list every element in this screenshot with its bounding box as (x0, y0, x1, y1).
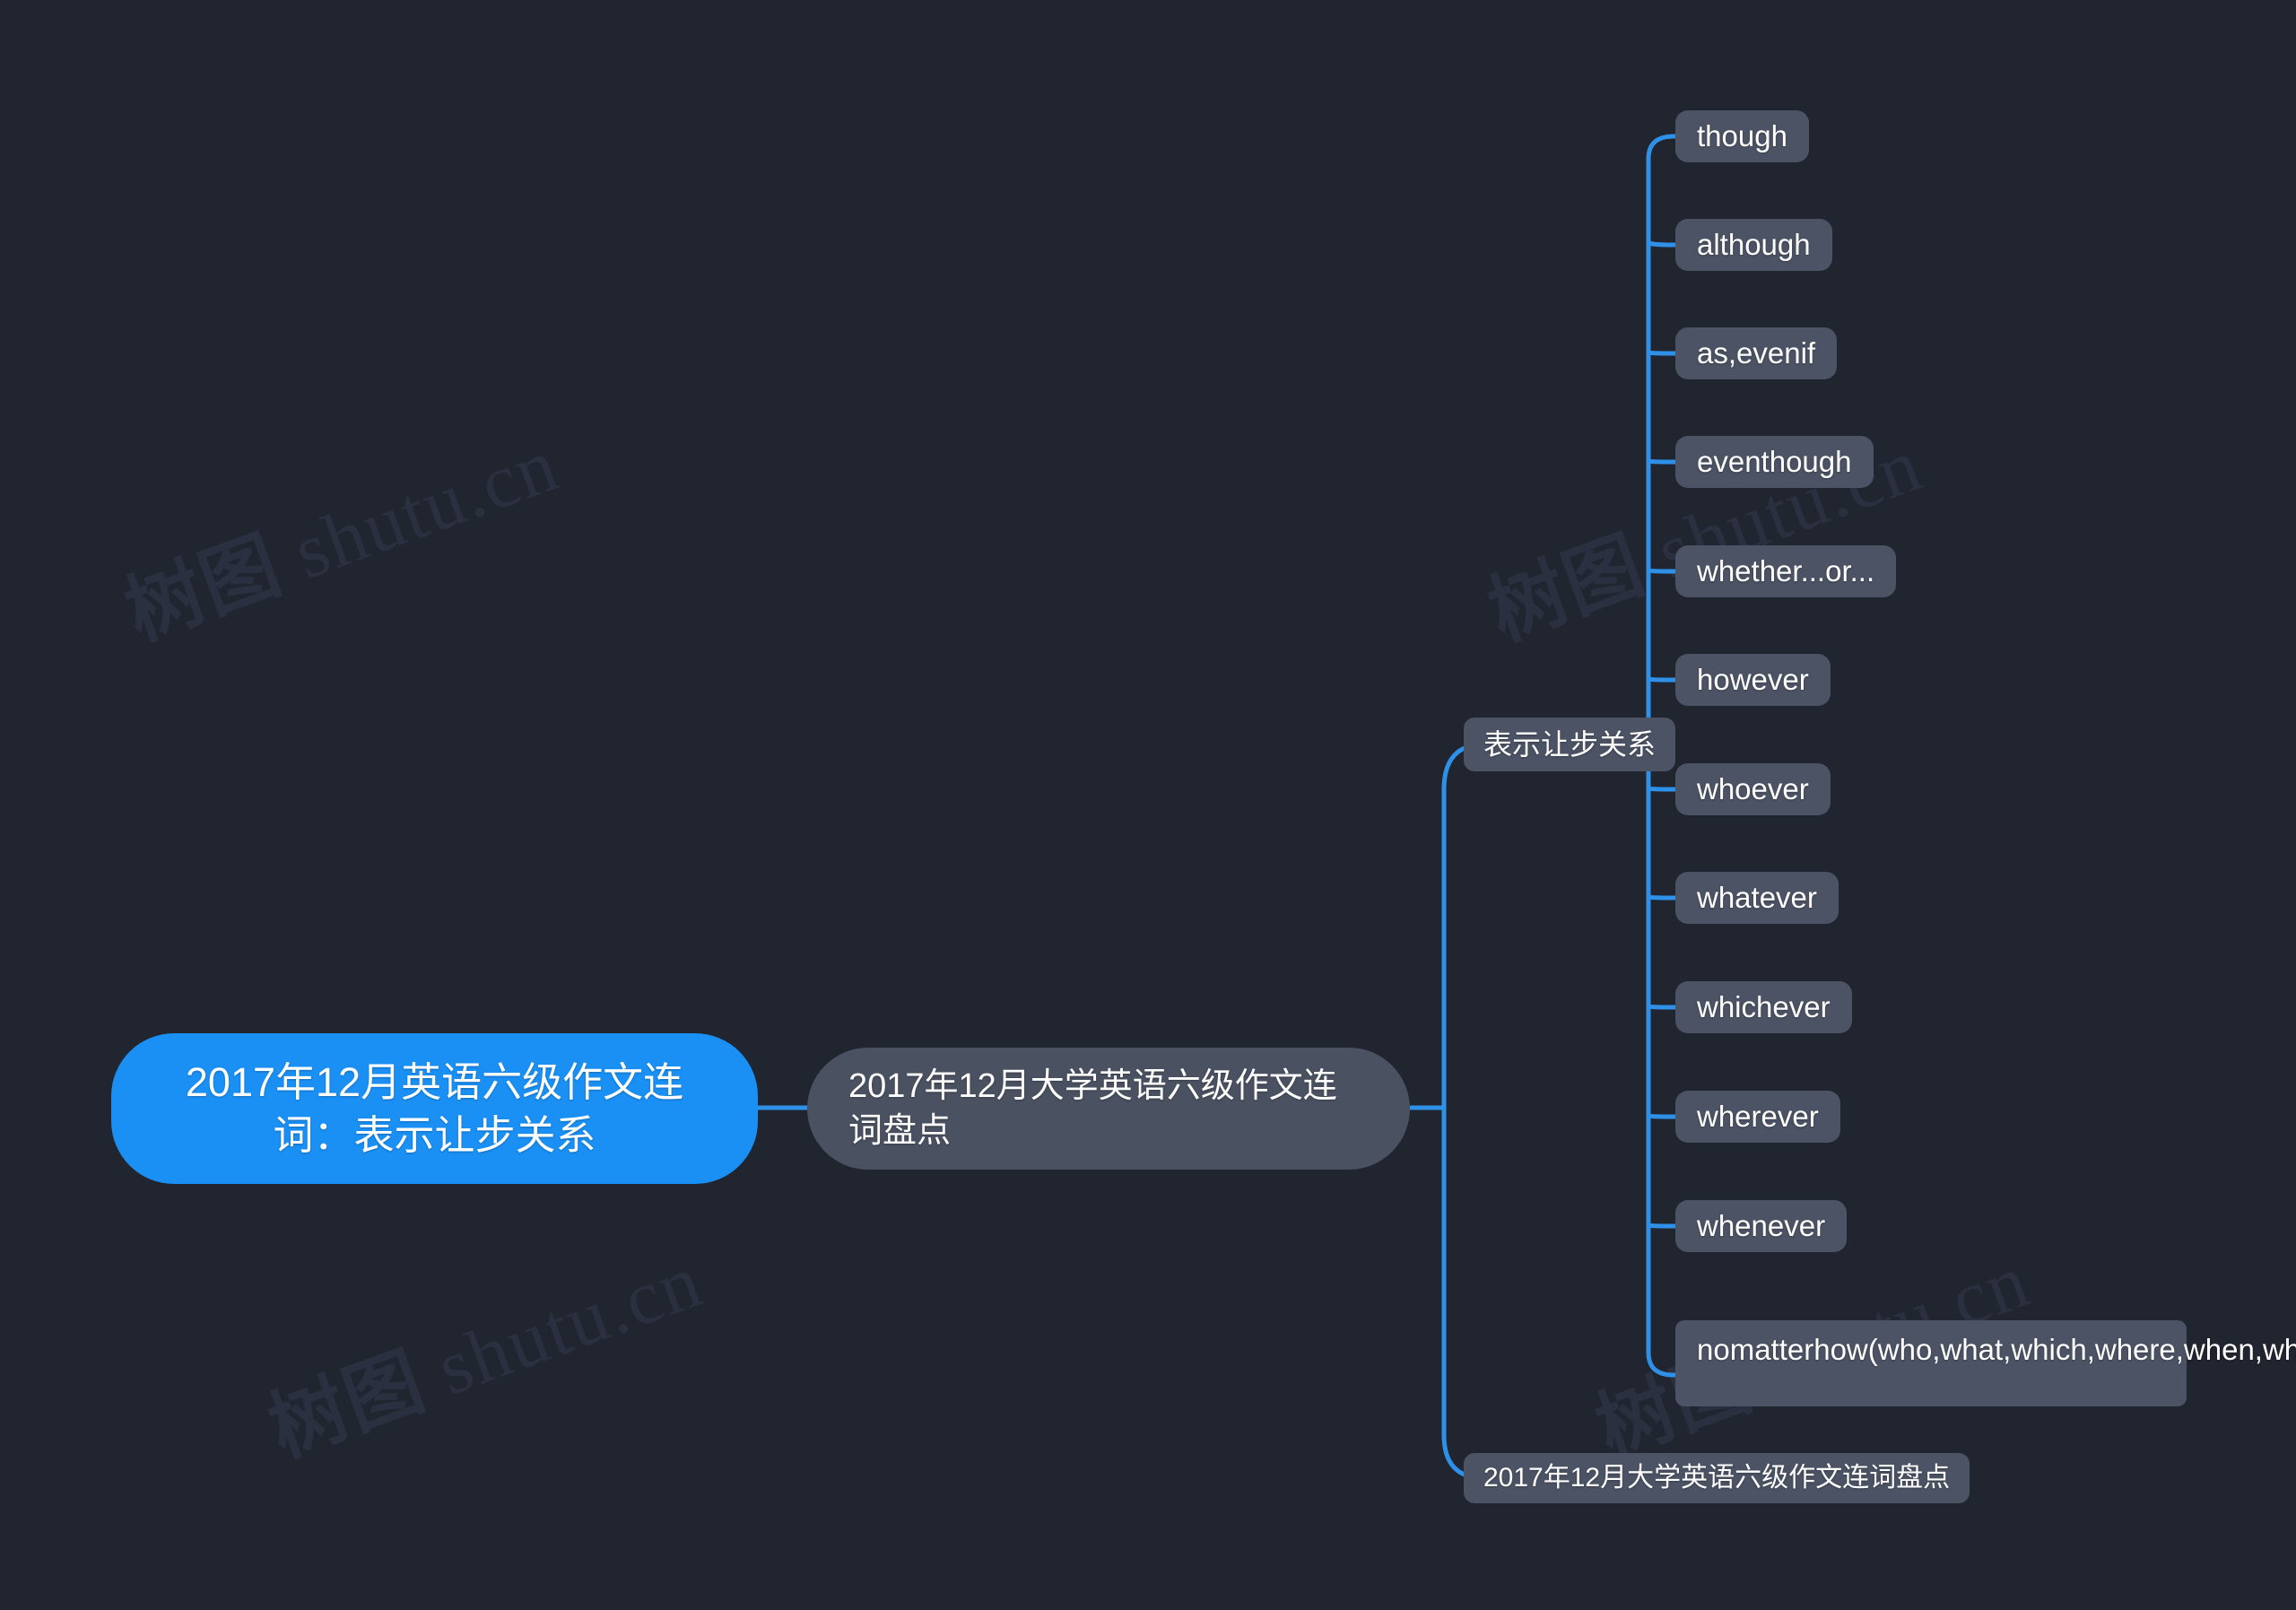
sub-node-label: 表示让步关系 (1483, 727, 1657, 761)
link-leaf-1 (1646, 134, 1675, 160)
root-node[interactable]: 2017年12月英语六级作文连词：表示让步关系 (111, 1033, 758, 1184)
link-leaf-10 (1646, 1113, 1677, 1119)
tail-node[interactable]: 2017年12月大学英语六级作文连词盘点 (1464, 1453, 1970, 1503)
leaf-node[interactable]: whatever (1675, 872, 1839, 924)
leaf-node[interactable]: though (1675, 110, 1809, 162)
link-leaf-4 (1646, 458, 1679, 465)
leaf-node-label: however (1697, 663, 1809, 697)
leaf-node-label: whoever (1697, 772, 1809, 806)
leaf-node-label: nomatterhow(who,what,which,where,when,wh… (1697, 1333, 2296, 1366)
watermark-cjk: 树图 (257, 1336, 437, 1475)
leaf-node-label: as,evenif (1697, 336, 1816, 370)
leaf-node[interactable]: eventhough (1675, 436, 1874, 488)
watermark-cjk: 树图 (114, 519, 293, 658)
root-node-label: 2017年12月英语六级作文连词：表示让步关系 (185, 1058, 684, 1158)
leaf-node[interactable]: although (1675, 219, 1832, 271)
link-leaf-5 (1646, 568, 1677, 574)
link-leaf-11 (1646, 1223, 1675, 1229)
leaf-node-label: whatever (1697, 881, 1817, 915)
watermark-latin: shutu.cn (426, 1237, 713, 1412)
link-leaf-3 (1646, 350, 1675, 356)
watermark: 树图 shutu.cn (251, 1217, 715, 1477)
link-leaf-8 (1646, 894, 1677, 901)
leaf-node[interactable]: whether...or... (1675, 545, 1897, 597)
leaf-node-label: though (1697, 119, 1787, 153)
branch-node-label: 2017年12月大学英语六级作文连词盘点 (848, 1066, 1337, 1150)
leaf-node-label: wherever (1697, 1100, 1819, 1134)
tail-node-label: 2017年12月大学英语六级作文连词盘点 (1483, 1463, 1951, 1493)
branch-node[interactable]: 2017年12月大学英语六级作文连词盘点 (807, 1048, 1410, 1170)
leaf-node-label: although (1697, 228, 1811, 262)
leaf-node[interactable]: wherever (1675, 1091, 1840, 1143)
watermark-latin: shutu.cn (283, 421, 570, 596)
leaf-node-label: whenever (1697, 1209, 1826, 1243)
watermark-cjk: 树图 (1477, 519, 1657, 658)
leaf-node[interactable]: whichever (1675, 981, 1852, 1033)
link-leaf-6 (1646, 676, 1675, 683)
leaf-node[interactable]: however (1675, 654, 1831, 706)
link-leaf-7 (1646, 786, 1675, 792)
leaf-node-label: whichever (1697, 990, 1831, 1024)
link-leaf-12 (1646, 1352, 1675, 1378)
leaf-node-label: whether...or... (1697, 554, 1875, 588)
link-trunk-to-tail (1441, 1108, 1485, 1481)
leaf-node[interactable]: whoever (1675, 763, 1831, 815)
link-trunk-to-subnode (1441, 742, 1485, 1108)
mindmap-canvas: 树图 shutu.cn 树图 shutu.cn 树图 shutu.cn 树图 s… (0, 0, 2296, 1610)
link-leaf-2 (1646, 240, 1679, 248)
leaf-node[interactable]: as,evenif (1675, 327, 1838, 379)
leaf-node[interactable]: nomatterhow(who,what,which,where,when,wh… (1675, 1320, 2296, 1406)
watermark: 树图 shutu.cn (108, 401, 571, 661)
leaf-node[interactable]: whenever (1675, 1200, 1848, 1252)
sub-node-concession[interactable]: 表示让步关系 (1464, 718, 1676, 771)
link-leaf-9 (1646, 1004, 1675, 1010)
leaf-node-label: eventhough (1697, 445, 1852, 479)
